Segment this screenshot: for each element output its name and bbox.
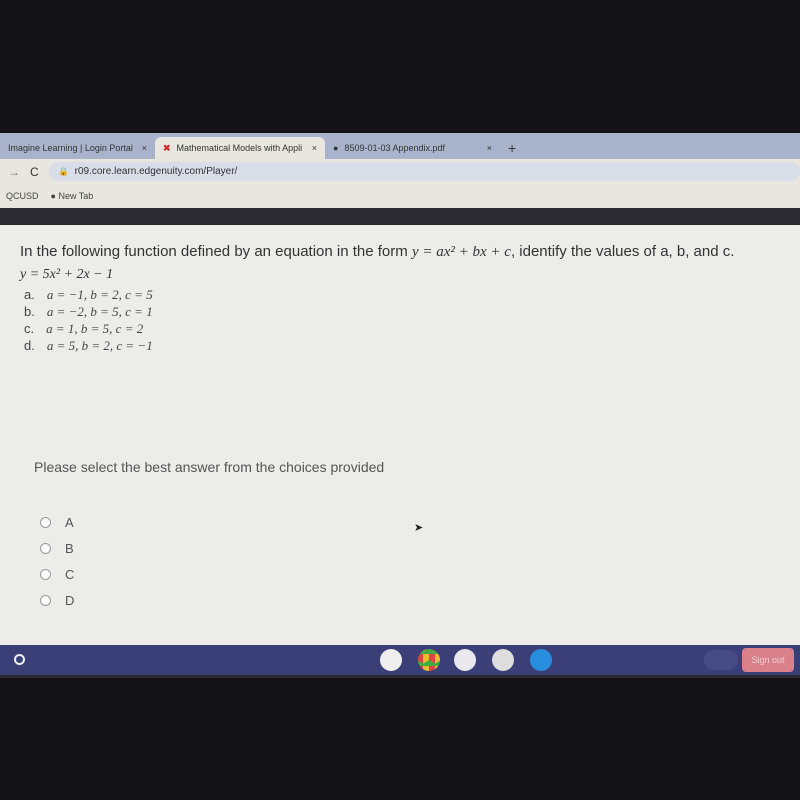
bookmark-qcusd[interactable]: QCUSD: [6, 191, 39, 201]
screen: Imagine Learning | Login Portal × ✖ Mathem…: [0, 133, 800, 678]
edgenuity-icon: ✖: [163, 142, 171, 153]
radio-circle[interactable]: [40, 594, 51, 606]
close-icon[interactable]: ×: [142, 143, 147, 153]
tab-title: Imagine Learning | Login Portal: [8, 143, 133, 153]
question-page: In the following function defined by an …: [0, 225, 800, 645]
radio-label: A: [65, 514, 74, 530]
option-letter: b.: [24, 304, 35, 319]
bookmarks-bar: QCUSD ● New Tab: [0, 184, 800, 208]
option-letter: c.: [24, 321, 35, 336]
radio-circle[interactable]: [40, 516, 51, 528]
option-value: a = −1, b = 2, c = 5: [46, 287, 153, 302]
tab-title: Mathematical Models with Appli: [176, 143, 303, 153]
tab-appendix-pdf[interactable]: ● 8509-01-03 Appendix.pdf ×: [325, 137, 500, 159]
given-equation: y = 5x² + 2x − 1: [20, 267, 114, 282]
radio-a[interactable]: A: [40, 509, 74, 535]
status-tray[interactable]: [704, 650, 738, 670]
question-text-part: In the following function defined by an …: [20, 243, 412, 260]
tab-mathematical-models[interactable]: ✖ Mathematical Models with Appli ×: [155, 137, 325, 159]
option-c: c. a = 1, b = 5, c = 2: [24, 321, 153, 338]
bookmark-new-tab[interactable]: ● New Tab: [51, 191, 94, 201]
play-store-icon[interactable]: [492, 649, 514, 671]
new-tab-button[interactable]: +: [500, 137, 524, 159]
globe-icon: ●: [333, 143, 339, 153]
radio-b[interactable]: B: [40, 535, 74, 561]
launcher-icon[interactable]: [14, 654, 25, 665]
option-letter: d.: [24, 338, 35, 353]
radio-circle[interactable]: [40, 568, 51, 580]
option-b: b. a = −2, b = 5, c = 1: [24, 304, 153, 321]
general-form: y = ax² + bx + c: [411, 244, 511, 260]
address-bar-row: → C 🔒 r09.core.learn.edgenuity.com/Player…: [0, 159, 800, 184]
option-a: a. a = −1, b = 2, c = 5: [24, 287, 153, 304]
question-text-part: , identify the values of a, b, and c.: [510, 243, 735, 260]
radio-c[interactable]: C: [40, 561, 74, 587]
tab-title: 8509-01-03 Appendix.pdf: [344, 143, 446, 153]
option-value: a = −2, b = 5, c = 1: [46, 304, 153, 319]
url-input[interactable]: 🔒 r09.core.learn.edgenuity.com/Player/: [48, 162, 800, 181]
radio-label: D: [65, 592, 75, 608]
answer-prompt: Please select the best answer from the c…: [34, 459, 385, 475]
tab-imagine-learning[interactable]: Imagine Learning | Login Portal ×: [0, 137, 155, 159]
option-value: a = 5, b = 2, c = −1: [46, 338, 153, 353]
answer-choices: A B C D: [40, 509, 74, 613]
tab-strip: Imagine Learning | Login Portal × ✖ Mathem…: [0, 133, 800, 159]
close-icon[interactable]: ×: [312, 143, 317, 153]
option-value: a = 1, b = 5, c = 2: [46, 321, 144, 336]
docs-app-icon[interactable]: [380, 649, 402, 671]
chrome-icon[interactable]: [418, 649, 440, 671]
radio-circle[interactable]: [40, 542, 51, 554]
radio-label: B: [65, 540, 74, 556]
files-icon[interactable]: [530, 649, 552, 671]
admin-app-icon[interactable]: [454, 649, 476, 671]
url-text: r09.core.learn.edgenuity.com/Player/: [74, 166, 238, 177]
forward-icon[interactable]: →: [8, 165, 20, 179]
radio-label: C: [65, 566, 75, 582]
question-text: In the following function defined by an …: [20, 243, 790, 261]
close-icon[interactable]: ×: [487, 143, 492, 153]
reload-icon[interactable]: C: [30, 165, 39, 179]
lock-icon: 🔒: [58, 167, 69, 176]
option-list: a. a = −1, b = 2, c = 5 b. a = −2, b = 5, …: [24, 287, 153, 355]
mouse-cursor-icon: ➤: [414, 522, 424, 534]
option-d: d. a = 5, b = 2, c = −1: [24, 338, 153, 355]
shelf: Sign out: [0, 645, 800, 675]
bookmark-label: New Tab: [58, 191, 94, 201]
option-letter: a.: [24, 287, 35, 302]
sign-out-button[interactable]: Sign out: [742, 648, 794, 672]
radio-d[interactable]: D: [40, 587, 74, 613]
